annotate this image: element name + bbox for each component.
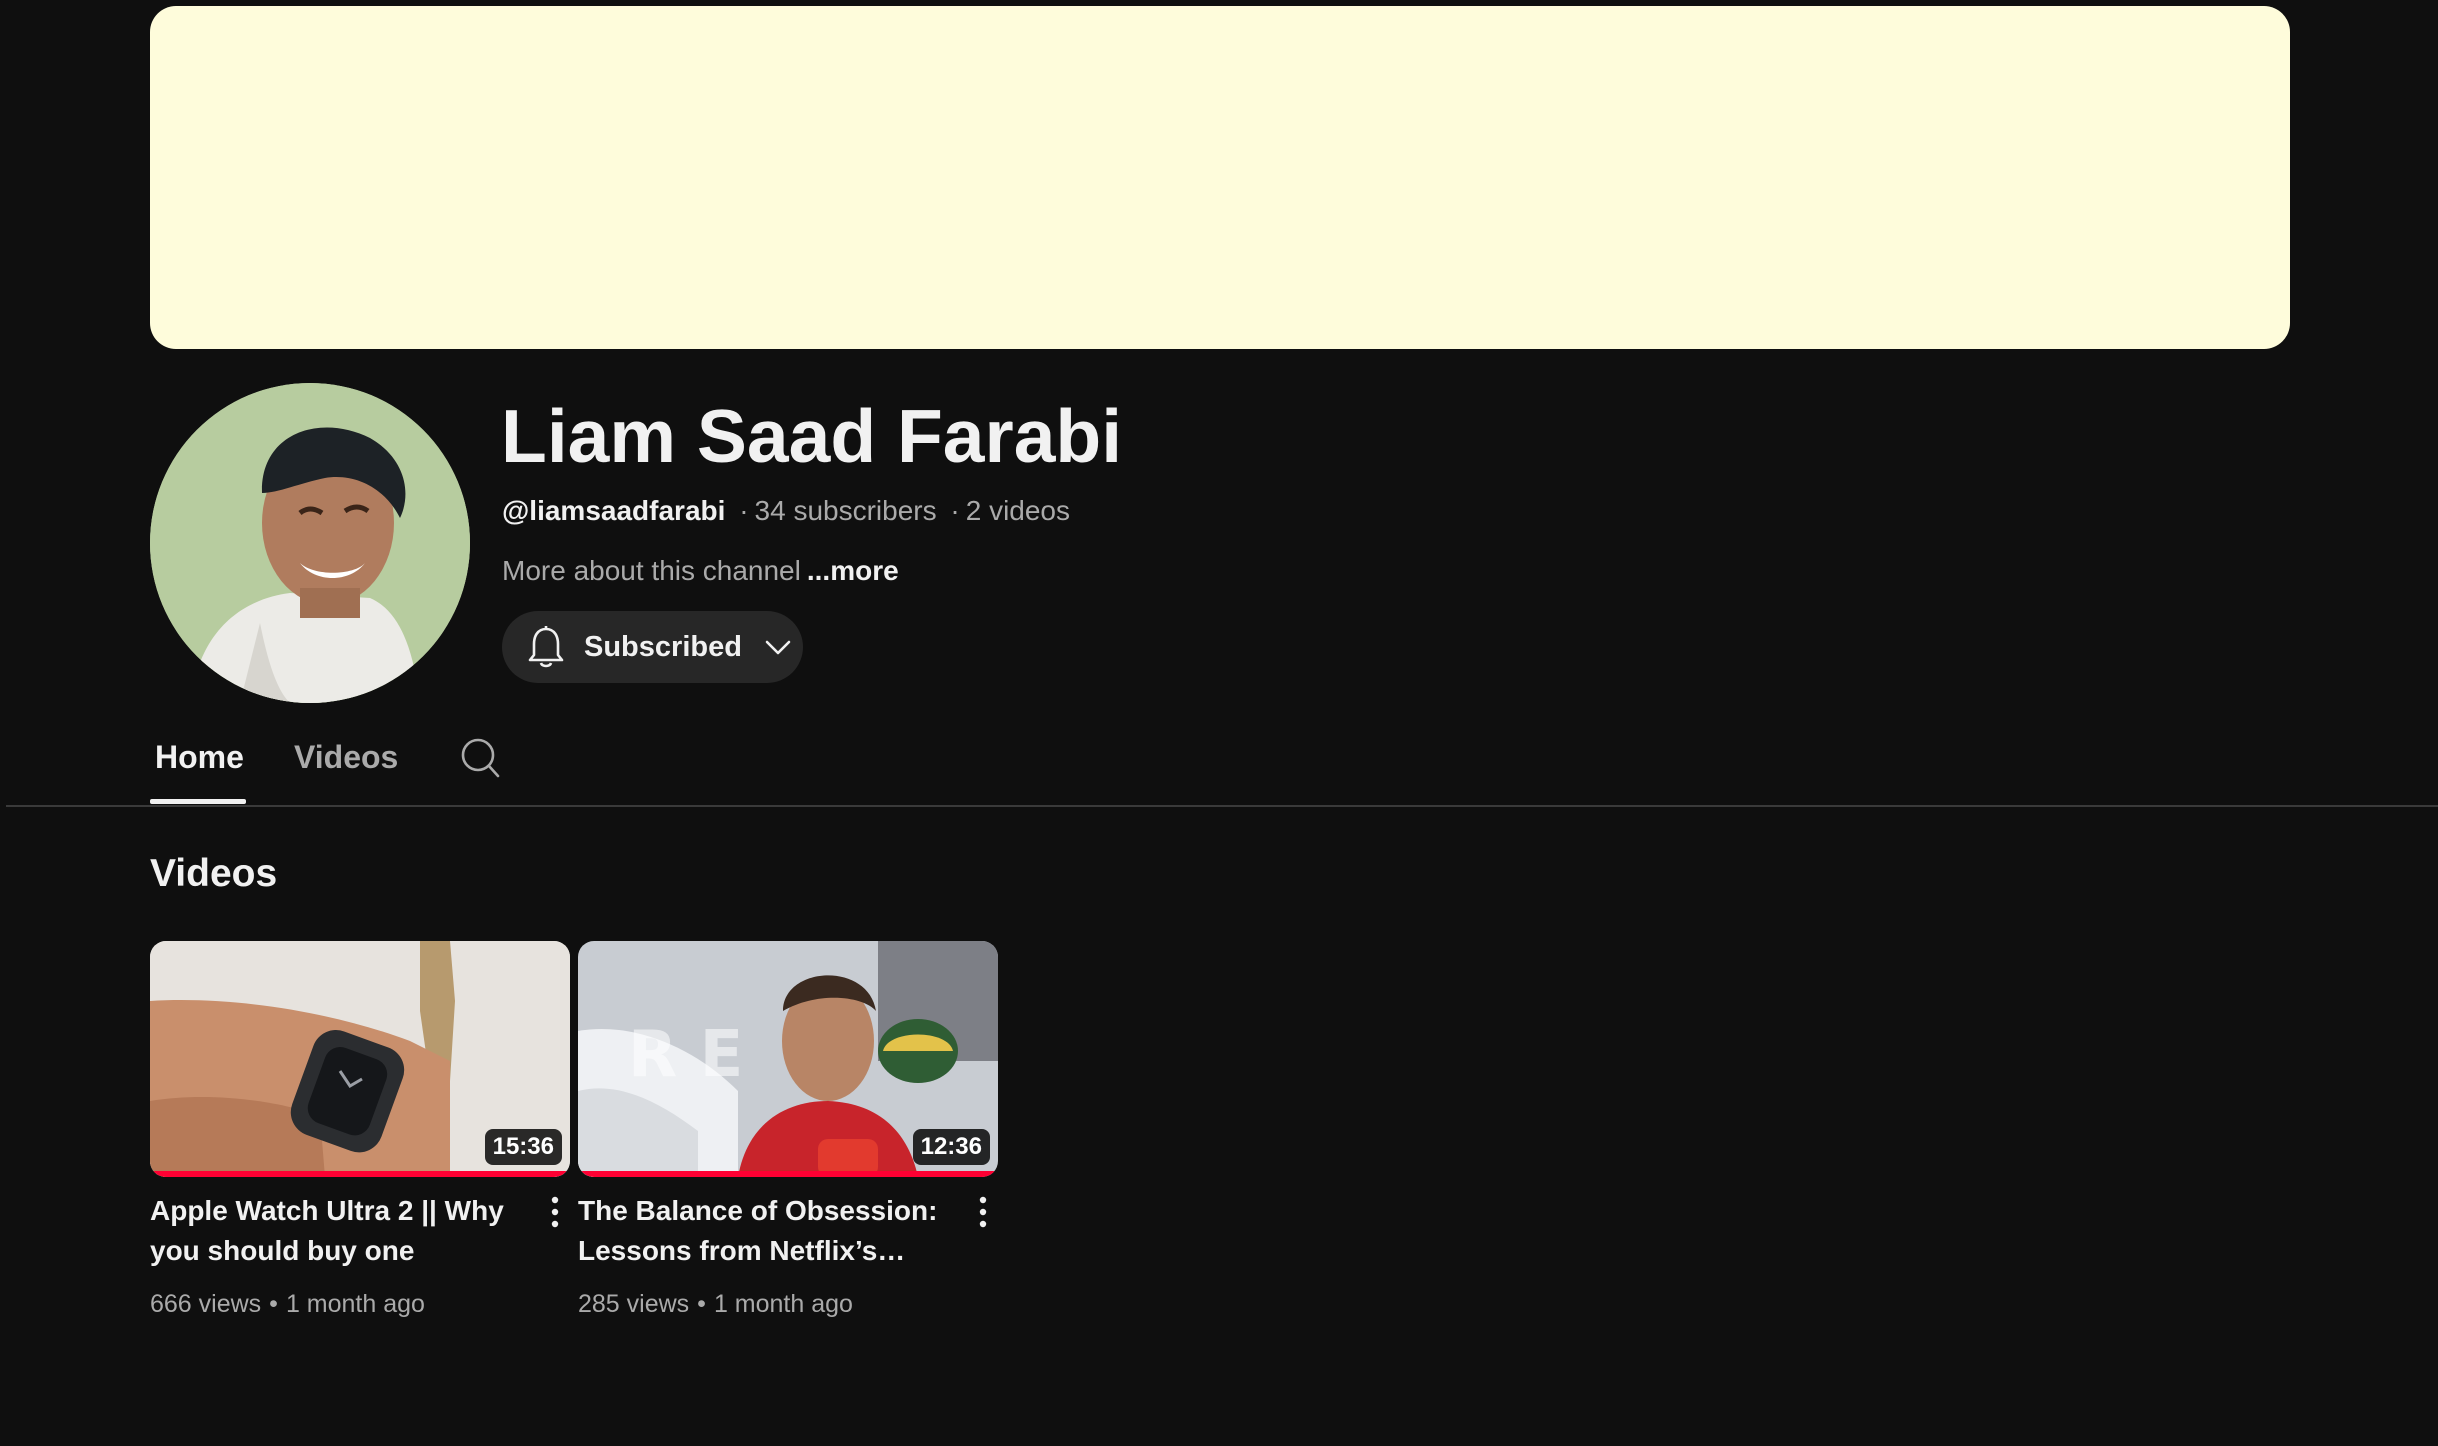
channel-banner [150,6,2290,349]
video-thumbnail[interactable]: 15:36 [150,941,570,1177]
subscribed-label: Subscribed [584,631,742,663]
video-count: 2 videos [965,495,1071,526]
video-card[interactable]: R E 12:36 The Balance of Obsession: Less… [578,941,998,1318]
channel-handle: @liamsaadfarabi [502,495,726,526]
bell-icon [528,626,564,668]
stats-dot: • [697,1290,706,1318]
channel-search-button[interactable] [459,737,501,779]
video-stats: 285 views • 1 month ago [578,1286,853,1322]
tab-home[interactable]: Home [155,735,244,779]
channel-about[interactable]: More about this channel ...more [502,551,899,591]
tab-home-underline [150,799,246,804]
watch-progress-bar [150,1171,570,1177]
video-menu-button[interactable] [540,1193,570,1233]
stats-dot: • [269,1290,278,1318]
view-count: 666 views [150,1290,262,1318]
channel-meta: @liamsaadfarabi · 34 subscribers · 2 video… [502,491,1070,531]
subscribed-button[interactable]: Subscribed [502,611,803,683]
video-duration: 15:36 [484,1129,562,1165]
meta-separator: · [950,495,960,526]
more-vert-icon [979,1196,987,1228]
review-watermark: R E [628,1018,743,1092]
upload-age: 1 month ago [285,1290,425,1318]
watch-progress-bar [578,1171,998,1177]
video-menu-button[interactable] [968,1193,998,1233]
more-link[interactable]: ...more [807,555,899,586]
search-icon [461,738,500,778]
video-duration: 12:36 [912,1129,990,1165]
channel-avatar[interactable] [150,383,470,703]
upload-age: 1 month ago [713,1290,853,1318]
about-text: More about this channel [502,555,801,586]
tab-videos[interactable]: Videos [294,735,398,779]
tabs-divider [6,805,2438,807]
more-vert-icon [551,1196,559,1228]
subscriber-count: 34 subscribers [754,495,937,526]
video-thumbnail[interactable]: R E 12:36 [578,941,998,1177]
video-title[interactable]: Apple Watch Ultra 2 || Why you should bu… [150,1191,520,1271]
avatar-image [150,383,470,703]
view-count: 285 views [578,1290,690,1318]
section-title: Videos [150,852,278,895]
video-card[interactable]: 15:36 Apple Watch Ultra 2 || Why you sho… [150,941,570,1318]
chevron-down-icon [765,640,791,655]
meta-separator: · [739,495,749,526]
video-stats: 666 views • 1 month ago [150,1286,425,1322]
video-title[interactable]: The Balance of Obsession: Lessons from N… [578,1191,948,1271]
channel-name: Liam Saad Farabi [501,394,1123,478]
